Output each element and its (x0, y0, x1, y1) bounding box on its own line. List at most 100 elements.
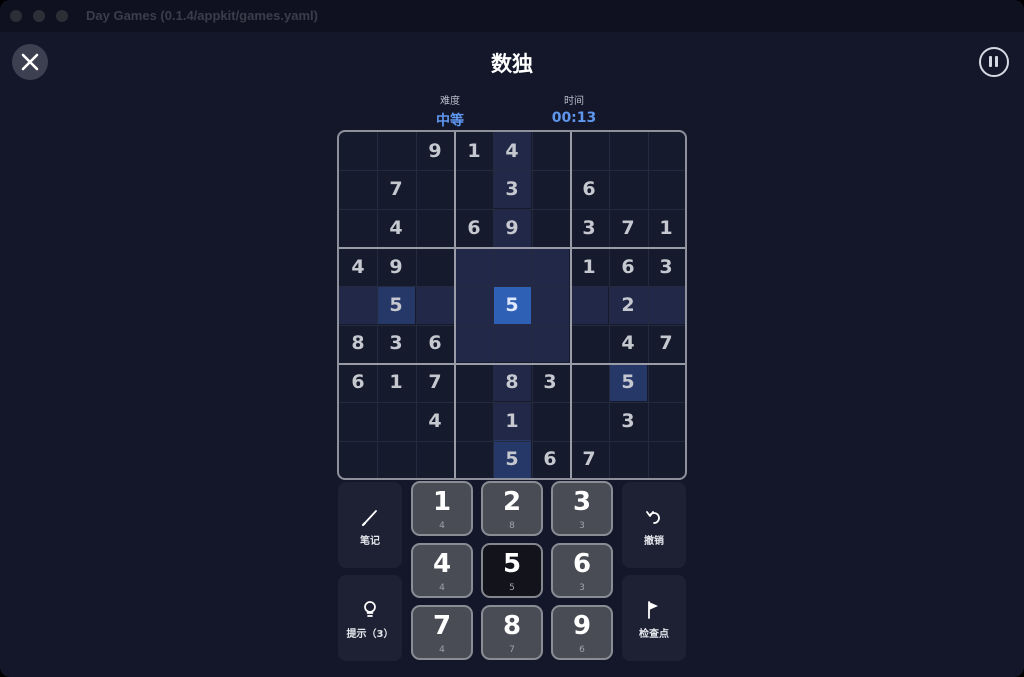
board-cell-r1c4[interactable]: 1 (455, 132, 493, 170)
board-cell-r9c8[interactable] (609, 440, 647, 478)
board-cell-r4c1[interactable]: 4 (339, 248, 377, 286)
window-minimize-dot[interactable] (33, 10, 45, 22)
board-cell-r5c2[interactable]: 5 (377, 286, 415, 324)
board-cell-r3c5[interactable]: 9 (493, 209, 531, 247)
window-close-dot[interactable] (10, 10, 22, 22)
board-cell-r8c2[interactable] (377, 402, 415, 440)
board-cell-r9c4[interactable] (455, 440, 493, 478)
board-cell-r5c9[interactable] (647, 286, 685, 324)
board-cell-r4c6[interactable] (531, 248, 569, 286)
board-cell-r6c1[interactable]: 8 (339, 324, 377, 362)
checkpoint-button[interactable]: 检查点 (622, 575, 686, 661)
board-cell-r2c9[interactable] (647, 170, 685, 208)
board-cell-r2c1[interactable] (339, 170, 377, 208)
board-cell-r2c7[interactable]: 6 (570, 170, 608, 208)
board-cell-r3c9[interactable]: 1 (647, 209, 685, 247)
difficulty-label: 难度 (440, 96, 460, 107)
board-cell-r3c3[interactable] (416, 209, 454, 247)
board-cell-r8c6[interactable] (531, 402, 569, 440)
board-cell-r8c7[interactable] (570, 402, 608, 440)
board-cell-r5c3[interactable] (416, 286, 454, 324)
board-cell-r6c5[interactable] (493, 324, 531, 362)
board-cell-r7c7[interactable] (570, 363, 608, 401)
board-cell-r9c1[interactable] (339, 440, 377, 478)
board-cell-r4c9[interactable]: 3 (647, 248, 685, 286)
notes-button[interactable]: 笔记 (338, 482, 402, 568)
board-cell-r1c2[interactable] (377, 132, 415, 170)
board-cell-r2c2[interactable]: 7 (377, 170, 415, 208)
board-cell-r6c8[interactable]: 4 (609, 324, 647, 362)
board-cell-r4c4[interactable] (455, 248, 493, 286)
board-cell-r6c7[interactable] (570, 324, 608, 362)
board-cell-r1c9[interactable] (647, 132, 685, 170)
board-cell-r9c9[interactable] (647, 440, 685, 478)
board-cell-r5c4[interactable] (455, 286, 493, 324)
board-cell-r1c3[interactable]: 9 (416, 132, 454, 170)
board-cell-r6c3[interactable]: 6 (416, 324, 454, 362)
board-cell-r7c5[interactable]: 8 (493, 363, 531, 401)
board-cell-r3c2[interactable]: 4 (377, 209, 415, 247)
board-cell-r3c8[interactable]: 7 (609, 209, 647, 247)
board-cell-r2c6[interactable] (531, 170, 569, 208)
number-button-7[interactable]: 74 (411, 605, 473, 660)
board-cell-r5c1[interactable] (339, 286, 377, 324)
board-cell-r4c3[interactable] (416, 248, 454, 286)
board-cell-r1c8[interactable] (609, 132, 647, 170)
board-cell-r7c2[interactable]: 1 (377, 363, 415, 401)
window-zoom-dot[interactable] (56, 10, 68, 22)
board-cell-r7c1[interactable]: 6 (339, 363, 377, 401)
board-cell-r9c3[interactable] (416, 440, 454, 478)
board-cell-r7c9[interactable] (647, 363, 685, 401)
board-cell-r3c4[interactable]: 6 (455, 209, 493, 247)
board-cell-r6c2[interactable]: 3 (377, 324, 415, 362)
number-button-1[interactable]: 14 (411, 481, 473, 536)
board-cell-r5c7[interactable] (570, 286, 608, 324)
board-cell-r5c6[interactable] (531, 286, 569, 324)
board-cell-r9c5[interactable]: 5 (493, 440, 531, 478)
board-cell-r1c1[interactable] (339, 132, 377, 170)
board-cell-r3c6[interactable] (531, 209, 569, 247)
board-cell-r9c6[interactable]: 6 (531, 440, 569, 478)
number-button-9[interactable]: 96 (551, 605, 613, 660)
board-cell-r7c4[interactable] (455, 363, 493, 401)
hint-button[interactable]: 提示（3） (338, 575, 402, 661)
board-cell-r5c8[interactable]: 2 (609, 286, 647, 324)
board-cell-r7c8[interactable]: 5 (609, 363, 647, 401)
number-button-8[interactable]: 87 (481, 605, 543, 660)
board-cell-r2c5[interactable]: 3 (493, 170, 531, 208)
board-cell-r1c5[interactable]: 4 (493, 132, 531, 170)
board-cell-r8c5[interactable]: 1 (493, 402, 531, 440)
board-cell-r2c3[interactable] (416, 170, 454, 208)
board-cell-r3c7[interactable]: 3 (570, 209, 608, 247)
board-cell-r1c7[interactable] (570, 132, 608, 170)
board-cell-r6c6[interactable] (531, 324, 569, 362)
board-cell-r6c9[interactable]: 7 (647, 324, 685, 362)
board-cell-r7c3[interactable]: 7 (416, 363, 454, 401)
board-cell-r1c6[interactable] (531, 132, 569, 170)
board-cell-r4c2[interactable]: 9 (377, 248, 415, 286)
number-button-4[interactable]: 44 (411, 543, 473, 598)
board-cell-r8c1[interactable] (339, 402, 377, 440)
undo-button[interactable]: 撤销 (622, 482, 686, 568)
board-cell-r5c5[interactable]: 5 (493, 286, 531, 324)
number-button-2[interactable]: 28 (481, 481, 543, 536)
board-cell-r2c8[interactable] (609, 170, 647, 208)
board-cell-r8c8[interactable]: 3 (609, 402, 647, 440)
board-cell-r4c7[interactable]: 1 (570, 248, 608, 286)
board-cell-r9c7[interactable]: 7 (570, 440, 608, 478)
pause-button[interactable] (979, 47, 1009, 77)
board-cell-r7c6[interactable]: 3 (531, 363, 569, 401)
board-cell-r9c2[interactable] (377, 440, 415, 478)
number-button-5[interactable]: 55 (481, 543, 543, 598)
number-button-6[interactable]: 63 (551, 543, 613, 598)
board-cell-r8c9[interactable] (647, 402, 685, 440)
board-cell-r2c4[interactable] (455, 170, 493, 208)
board-cell-r4c8[interactable]: 6 (609, 248, 647, 286)
board-cell-r8c3[interactable]: 4 (416, 402, 454, 440)
board-cell-r8c4[interactable] (455, 402, 493, 440)
board-cell-r3c1[interactable] (339, 209, 377, 247)
number-button-3[interactable]: 33 (551, 481, 613, 536)
board-cell-r6c4[interactable] (455, 324, 493, 362)
number-button-digit: 1 (432, 487, 452, 517)
board-cell-r4c5[interactable] (493, 248, 531, 286)
